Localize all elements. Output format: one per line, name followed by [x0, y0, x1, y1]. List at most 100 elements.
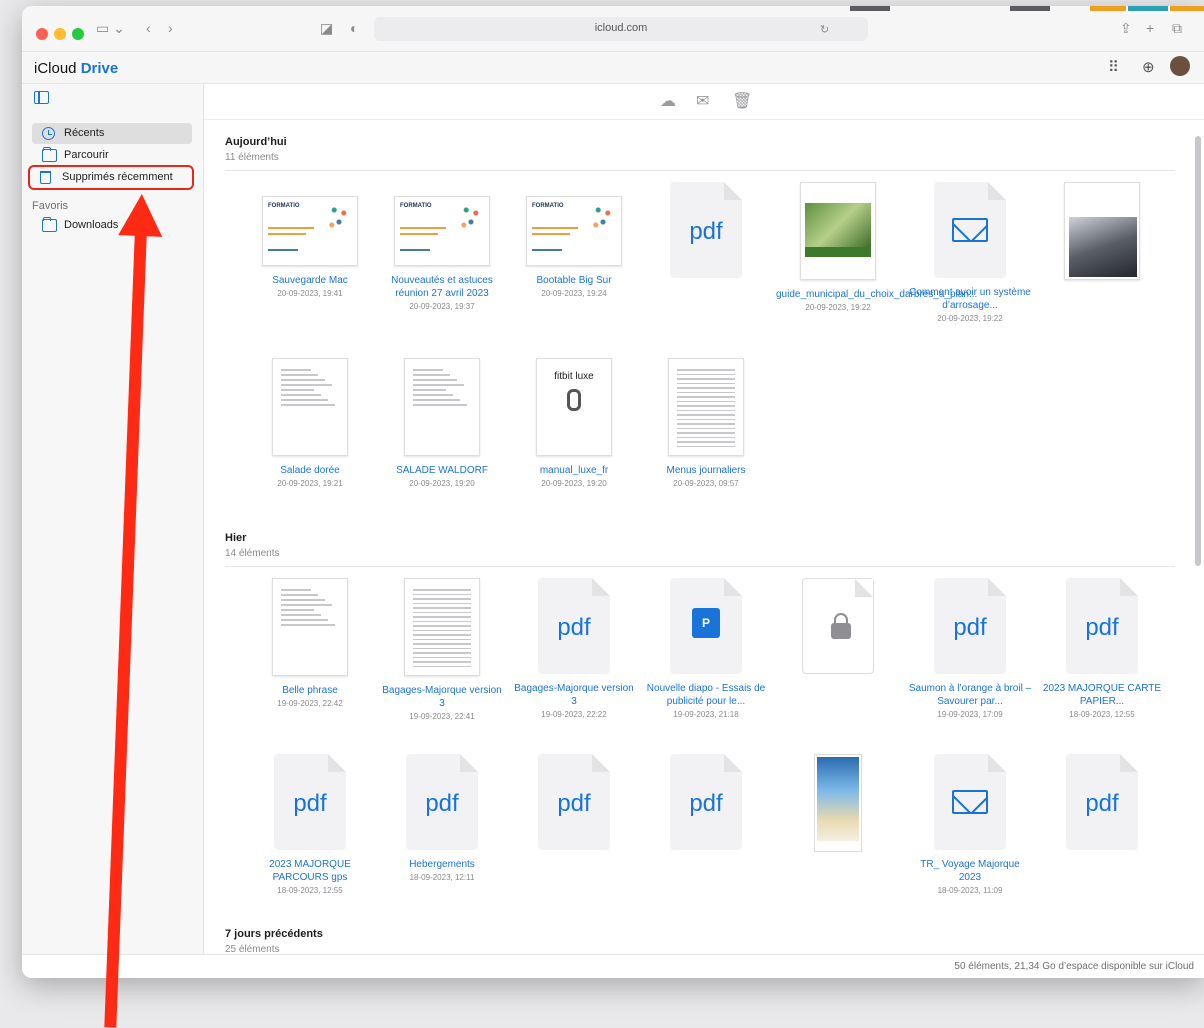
share-icon[interactable]: ⇪ — [1120, 19, 1132, 37]
file-item[interactable]: P Nouvelle diapo - Essais de publicité po… — [640, 578, 772, 719]
file-date: 19-09-2023, 22:42 — [277, 699, 343, 708]
building-photo — [1069, 217, 1137, 277]
tab-overview-icon[interactable]: ⧉ — [1172, 19, 1182, 37]
pdf-label: pdf — [425, 790, 459, 817]
file-item[interactable]: guide_municipal_du_choix_darbres_a_plan.… — [772, 182, 977, 312]
file-name: Belle phrase — [282, 685, 338, 696]
text-line — [268, 233, 306, 235]
file-name: Hebergements — [409, 859, 475, 870]
file-item[interactable] — [772, 578, 904, 682]
logo-dots — [327, 201, 351, 231]
avatar[interactable] — [1170, 56, 1190, 76]
upload-icon[interactable]: ☁ — [660, 93, 676, 111]
back-icon[interactable]: ‹ — [146, 19, 151, 37]
spreadsheet-thumbnail — [404, 578, 480, 676]
file-item[interactable]: Menus journaliers 20-09-2023, 09:57 — [640, 358, 772, 488]
zoom-window-button[interactable] — [72, 28, 84, 40]
scrollbar[interactable] — [1195, 136, 1201, 566]
new-tab-icon[interactable]: + — [1146, 19, 1154, 37]
file-item[interactable]: Belle phrase 19-09-2023, 22:42 — [244, 578, 376, 708]
file-item[interactable]: FORMATIO Bootable Big Sur 20-09-2023, 19:2… — [508, 182, 640, 298]
sidebar-item-downloads[interactable]: Downloads — [32, 215, 192, 236]
locked-file-icon — [802, 578, 874, 674]
file-item[interactable]: Bagages-Majorque version 3 19-09-2023, 22… — [376, 578, 508, 721]
file-item[interactable]: TR_ Voyage Majorque 2023 18-09-2023, 11:0… — [904, 754, 1036, 895]
file-name: Salade dorée — [280, 465, 340, 476]
text-line — [413, 389, 446, 391]
file-item[interactable]: Salade dorée 20-09-2023, 19:21 — [244, 358, 376, 488]
file-name: Bagages-Majorque version 3 — [382, 685, 502, 709]
clock-icon — [42, 127, 55, 140]
file-item[interactable]: pdf 2023 MAJORQUE PARCOURS gps 18-09-2023,… — [244, 754, 376, 895]
file-item[interactable]: pdf — [508, 754, 640, 858]
file-item[interactable]: pdf 2023 MAJORQUE CARTE PAPIER... 18-09-20… — [1036, 578, 1168, 719]
text-line — [677, 436, 735, 438]
mail-icon[interactable]: ✉ — [696, 93, 709, 111]
annotation-arrow-head — [118, 193, 164, 237]
file-date: 18-09-2023, 12:11 — [409, 873, 475, 882]
mail-file-icon — [934, 182, 1006, 278]
folder-icon — [42, 147, 57, 162]
privacy-icon[interactable]: ◐ — [350, 19, 358, 37]
create-icon[interactable]: ⊕ — [1142, 58, 1155, 76]
file-item[interactable]: FORMATIO Sauvegarde Mac 20-09-2023, 19:41 — [244, 182, 376, 298]
text-line — [413, 607, 471, 609]
close-window-button[interactable] — [36, 28, 48, 40]
sidebar-item-browse[interactable]: Parcourir — [32, 145, 192, 166]
trash-icon — [40, 171, 51, 184]
status-bar: 50 éléments, 21,34 Go d’espace disponibl… — [22, 954, 1204, 978]
file-date: 18-09-2023, 12:55 — [1069, 710, 1135, 719]
file-item[interactable]: pdf Saumon à l’orange à broil – Savourer … — [904, 578, 1036, 719]
file-item[interactable]: Comment avoir un système d’arrosage... 20… — [904, 182, 1036, 323]
file-item[interactable] — [1036, 182, 1168, 288]
text-line — [281, 619, 328, 621]
mail-file-icon — [934, 754, 1006, 850]
text-line — [413, 379, 457, 381]
text-line — [677, 414, 735, 416]
section-divider — [225, 566, 1175, 567]
file-item[interactable]: pdf — [640, 182, 772, 286]
icloud-drive-logo[interactable]: iCloud Drive — [34, 60, 118, 77]
text-line — [677, 418, 735, 420]
minimize-window-button[interactable] — [54, 28, 66, 40]
file-item[interactable]: pdf — [1036, 754, 1168, 858]
icloud-header: iCloud Drive ⠿ ⊕ — [22, 52, 1204, 84]
text-line — [413, 593, 471, 595]
file-item[interactable]: pdf — [640, 754, 772, 858]
text-line — [281, 374, 318, 376]
text-line — [677, 382, 735, 384]
address-bar[interactable]: icloud.com ↻ — [374, 17, 868, 41]
text-line — [281, 369, 311, 371]
text-line — [532, 227, 578, 229]
file-date: 20-09-2023, 19:20 — [541, 479, 607, 488]
file-item[interactable]: fitbit luxe manual_luxe_fr 20-09-2023, 19:… — [508, 358, 640, 488]
text-line — [413, 652, 471, 654]
file-date: 19-09-2023, 22:41 — [409, 712, 475, 721]
file-date: 19-09-2023, 22:22 — [541, 710, 607, 719]
text-line — [413, 394, 453, 396]
folder-icon — [42, 217, 57, 232]
section-divider — [225, 170, 1175, 171]
text-line — [281, 384, 332, 386]
file-name: Sauvegarde Mac — [272, 275, 348, 286]
sidebar-item-recently-deleted[interactable]: Supprimés récemment — [28, 165, 194, 190]
document-thumbnail — [272, 578, 348, 676]
browser-titlebar: ▭ ⌄ ‹ › ◪ ◐ icloud.com ↻ ⇪ + ⧉ — [22, 6, 1204, 52]
file-item[interactable] — [772, 754, 904, 860]
forward-icon[interactable]: › — [168, 19, 173, 37]
formatio-logo: FORMATIO — [400, 203, 432, 209]
file-item[interactable]: FORMATIO Nouveautés et astuces réunion 27… — [376, 182, 508, 311]
bookmark-tab — [850, 6, 890, 11]
sidebar-toggle-icon[interactable]: ▭ ⌄ — [96, 19, 125, 37]
extension-icon[interactable]: ◪ — [320, 19, 333, 37]
text-line — [677, 391, 735, 393]
file-item[interactable]: pdf Hebergements 18-09-2023, 12:11 — [376, 754, 508, 882]
file-item[interactable]: pdf Bagages-Majorque version 3 19-09-2023,… — [508, 578, 640, 719]
delete-icon[interactable]: 🗑 — [732, 93, 752, 111]
sidebar-toggle-icon[interactable] — [34, 91, 49, 104]
reload-icon[interactable]: ↻ — [820, 21, 829, 39]
sidebar-item-recents[interactable]: Récents — [32, 123, 192, 144]
file-item[interactable]: SALADE WALDORF 20-09-2023, 19:20 — [376, 358, 508, 488]
sidebar-item-label: Supprimés récemment — [62, 171, 173, 183]
app-grid-icon[interactable]: ⠿ — [1108, 58, 1119, 76]
